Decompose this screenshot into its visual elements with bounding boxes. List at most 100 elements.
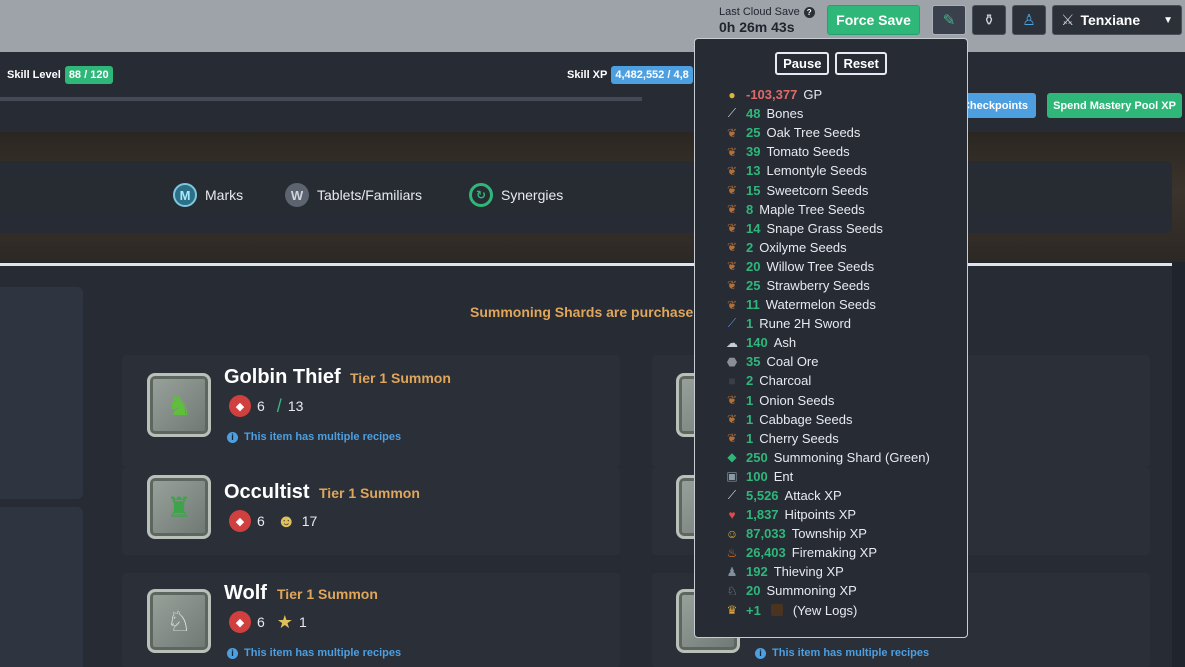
potion-flask-button[interactable]: ⚱ — [972, 5, 1006, 35]
skill-progress-fill — [0, 97, 642, 101]
top-header: Last Cloud Save? 0h 26m 43s Force Save ✎… — [0, 0, 1185, 52]
loot-qty: 25 — [746, 277, 761, 293]
loot-qty: 140 — [746, 335, 768, 351]
loot-name: Ent — [773, 468, 794, 484]
charcoal-icon: ■ — [728, 373, 736, 388]
summon-button[interactable]: ♙ — [1012, 5, 1046, 35]
info-icon: i — [755, 647, 766, 659]
loot-row: ♟ 192 Thieving XP — [724, 562, 964, 581]
loot-name: Cabbage Seeds — [759, 411, 853, 427]
cloud-save-time: 0h 26m 43s — [719, 19, 795, 35]
summoning-shard-icon: ◆ — [229, 510, 251, 532]
info-icon: i — [227, 431, 238, 443]
seed-icon: ❦ — [726, 259, 738, 274]
heart-icon: ♥ — [728, 507, 736, 522]
recipe-note-text: This item has multiple recipes — [244, 431, 402, 443]
seed-icon: ❦ — [726, 393, 738, 408]
loot-row: ◆ 250 Summoning Shard (Green) — [724, 448, 964, 467]
tablet-icon: ▣ — [726, 469, 738, 484]
skill-level-label: Skill Level — [7, 69, 61, 81]
multiple-recipes-note[interactable]: i This item has multiple recipes — [227, 431, 401, 443]
card-cost: ◆ 6 ★ 1 — [229, 611, 307, 633]
loot-row: ❦ 39 Tomato Seeds — [724, 142, 964, 161]
loot-qty: 11 — [746, 297, 760, 313]
checkpoints-button[interactable]: Checkpoints — [958, 93, 1036, 118]
card-tier: Tier 1 Summon — [350, 370, 451, 386]
golbin-thief-image: ♞ — [147, 373, 211, 437]
loot-row: ☁ 140 Ash — [724, 333, 964, 352]
loot-row: ❦ 25 Strawberry Seeds — [724, 276, 964, 295]
loot-tracker-popup: Pause Reset ● -103,377 GP ⟋ 48 Bones ❦ 25 Oak Tr… — [694, 38, 968, 638]
loot-row: ⟋ 5,526 Attack XP — [724, 486, 964, 505]
loot-row: ❦ 15 Sweetcorn Seeds — [724, 180, 964, 199]
info-icon: i — [227, 647, 238, 659]
loot-name: Onion Seeds — [759, 392, 835, 408]
tab-synergies[interactable]: ↻ Synergies — [469, 183, 563, 207]
loot-qty: 1 — [746, 392, 754, 408]
loot-name: Snape Grass Seeds — [766, 220, 883, 236]
loot-name: Oak Tree Seeds — [766, 125, 861, 141]
seed-icon: ❦ — [726, 163, 738, 178]
character-select-button[interactable]: ⚔ Tenxiane ▼ — [1052, 5, 1182, 35]
loot-qty: 48 — [746, 106, 761, 122]
loot-name: Willow Tree Seeds — [766, 258, 875, 274]
skill-progress-bar — [0, 97, 642, 101]
loot-name: Attack XP — [784, 488, 842, 504]
loot-qty: 87,033 — [746, 526, 786, 542]
ash-icon: ☁ — [726, 335, 738, 350]
loot-name: Coal Ore — [766, 354, 819, 370]
loot-name: Township XP — [791, 526, 867, 542]
reset-button[interactable]: Reset — [835, 52, 887, 75]
loot-qty: 1 — [746, 411, 754, 427]
card-tier: Tier 1 Summon — [319, 485, 420, 501]
recipe-note-text: This item has multiple recipes — [244, 647, 402, 659]
summon-icon: ♙ — [1022, 12, 1036, 29]
loot-row: ⟋ 48 Bones — [724, 104, 964, 123]
thief-icon: ♟ — [726, 564, 738, 579]
loot-name: Summoning XP — [766, 583, 857, 599]
dagger-icon: / — [276, 395, 282, 416]
seed-icon: ❦ — [726, 431, 738, 446]
loot-qty: 25 — [746, 125, 761, 141]
loot-qty: 35 — [746, 354, 761, 370]
yew-log-icon — [770, 604, 783, 617]
loot-name: Strawberry Seeds — [766, 277, 870, 293]
loot-list: ● -103,377 GP ⟋ 48 Bones ❦ 25 Oak Tree Seeds ❦ 39 T… — [724, 85, 964, 620]
skill-xp: Skill XP 4,482,552 / 4,8 — [567, 66, 693, 84]
wolf-image: ♘ — [147, 589, 211, 653]
loot-name: Charcoal — [759, 373, 812, 389]
seed-icon: ❦ — [726, 144, 738, 159]
loot-name: Tomato Seeds — [766, 144, 850, 160]
spend-mastery-pool-button[interactable]: Spend Mastery Pool XP — [1047, 93, 1182, 118]
sword-icon: ⟋ — [727, 316, 737, 331]
help-icon[interactable]: ? — [803, 6, 815, 18]
loot-name: (Yew Logs) — [792, 602, 858, 618]
force-save-button[interactable]: Force Save — [827, 5, 920, 35]
skill-level: Skill Level 88 / 120 — [7, 66, 113, 84]
skill-xp-badge: 4,482,552 / 4,8 — [611, 66, 693, 84]
wolf-icon: ♘ — [726, 583, 738, 598]
tab-synergies-label: Synergies — [501, 187, 564, 203]
loot-row: ⬣ 35 Coal Ore — [724, 352, 964, 371]
potion-button[interactable]: ✎ — [932, 5, 966, 35]
loot-qty: 5,526 — [746, 488, 779, 504]
loot-row: ❦ 1 Cabbage Seeds — [724, 410, 964, 429]
loot-name: GP — [803, 87, 823, 103]
multiple-recipes-note[interactable]: i This item has multiple recipes — [227, 647, 401, 659]
loot-qty: 250 — [746, 449, 768, 465]
loot-name: Cherry Seeds — [759, 430, 839, 446]
fish-star-icon: ★ — [276, 611, 293, 632]
skill-bar — [0, 52, 1185, 132]
card-tier: Tier 1 Summon — [277, 586, 378, 602]
crossed-swords-icon: ⚔ — [1061, 12, 1075, 29]
pause-button[interactable]: Pause — [775, 52, 830, 75]
seed-icon: ❦ — [726, 221, 738, 236]
loot-qty: 1 — [746, 430, 754, 446]
loot-qty: 39 — [746, 144, 761, 160]
tab-tablets-familiars[interactable]: W Tablets/Familiars — [285, 183, 422, 207]
tab-marks[interactable]: M Marks — [173, 183, 243, 207]
multiple-recipes-note[interactable]: i This item has multiple recipes — [755, 647, 929, 659]
loot-qty: 20 — [746, 258, 761, 274]
wolf-icon: W — [285, 183, 309, 207]
summoning-shard-icon: ◆ — [229, 395, 251, 417]
